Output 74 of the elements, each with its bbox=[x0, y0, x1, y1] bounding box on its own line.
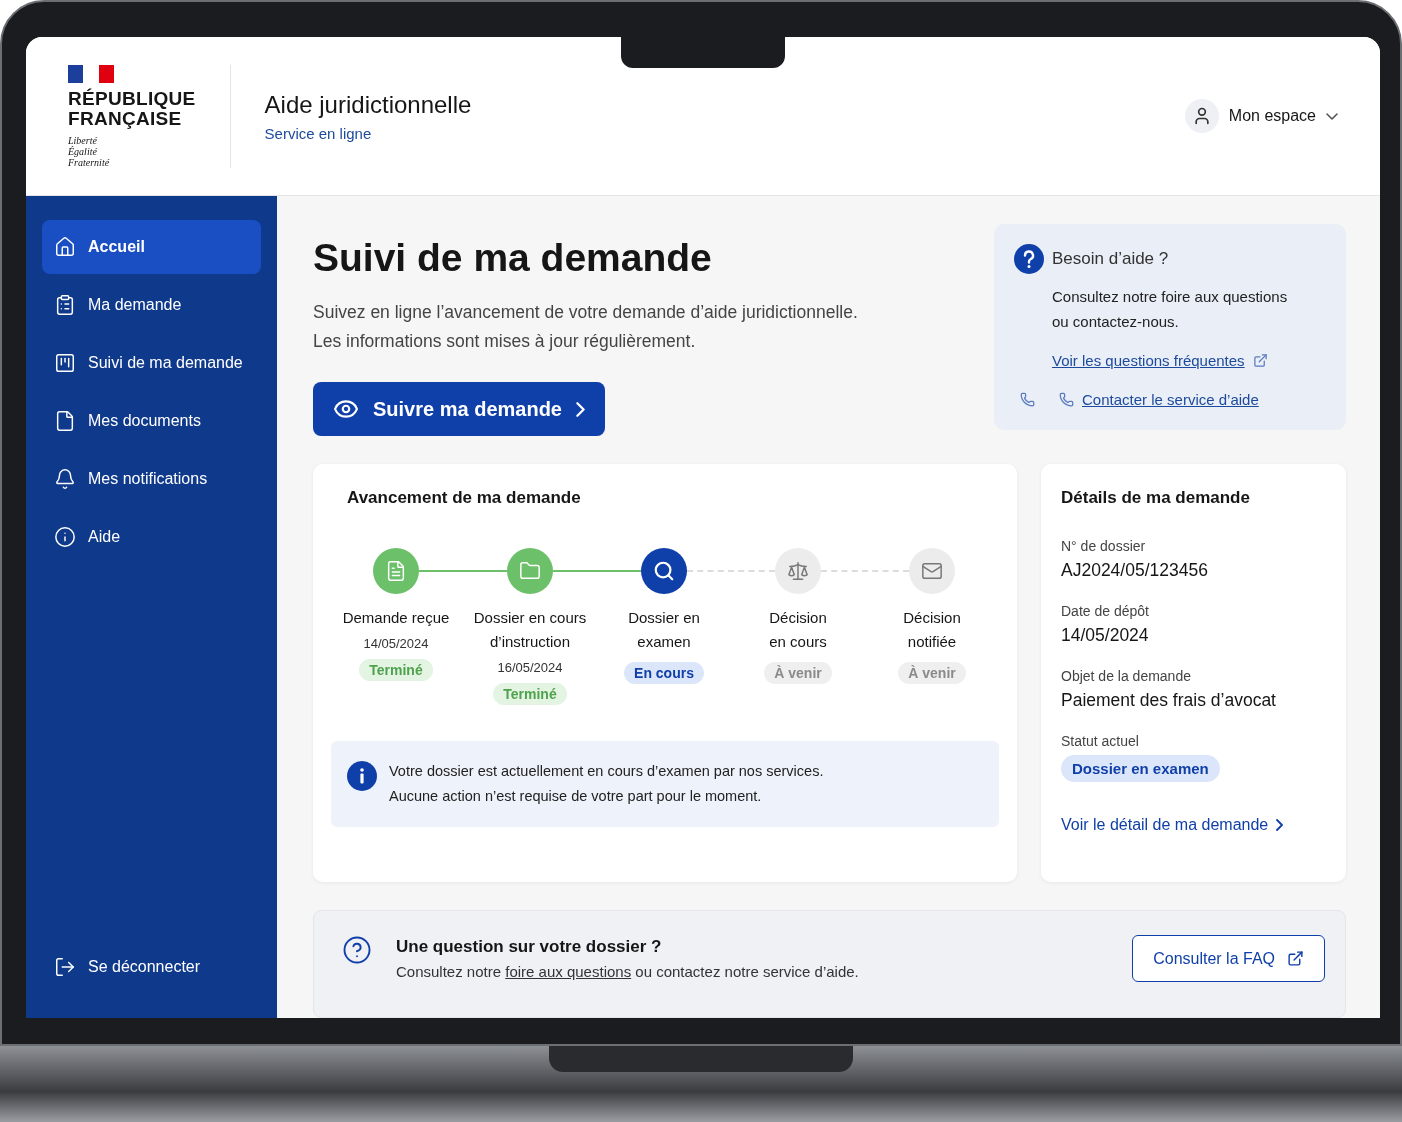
help-icon bbox=[1014, 244, 1044, 274]
status-badge: Dossier en examen bbox=[1061, 755, 1220, 782]
chevron-down-icon bbox=[1326, 112, 1338, 120]
app-title: Aide juridictionnelle bbox=[264, 90, 473, 119]
logo-text: RÉPUBLIQUE bbox=[68, 88, 196, 109]
sidebar-item[interactable]: Aide bbox=[42, 510, 261, 564]
status-badge: Terminé bbox=[359, 659, 433, 681]
bell-icon bbox=[54, 468, 76, 490]
sidebar-item[interactable]: Mes notifications bbox=[42, 452, 261, 506]
step-label: Décision en cours bbox=[769, 608, 827, 652]
scale-icon bbox=[787, 560, 809, 582]
step-date: 16/05/2024 bbox=[497, 660, 563, 675]
clipboard-icon bbox=[54, 294, 76, 316]
help-icon bbox=[342, 935, 372, 965]
faq-text: Consultez notre foire aux questions ou contactez notre service d’aide. bbox=[396, 963, 860, 980]
step-label: Dossier en examen bbox=[628, 608, 700, 652]
detail-link[interactable]: Voir le détail de ma demande bbox=[1061, 816, 1326, 834]
document-icon bbox=[385, 560, 407, 582]
info-icon bbox=[54, 526, 76, 548]
status-badge: En cours bbox=[624, 662, 704, 684]
sidebar-item[interactable]: Ma demande bbox=[42, 278, 261, 332]
home-icon bbox=[54, 236, 76, 258]
help-title: Besoin d’aide ? bbox=[1052, 249, 1169, 269]
sidebar-item[interactable]: Suivi de ma demande bbox=[42, 336, 261, 390]
step-label: Décision notifiée bbox=[903, 608, 961, 652]
flag-icon bbox=[68, 64, 114, 83]
app-subtitle: Service en ligne bbox=[264, 124, 373, 142]
faq-link[interactable]: Voir les questions fréquentes bbox=[1052, 352, 1245, 369]
page-title: Suivi de ma demande bbox=[313, 236, 713, 280]
field-value: 14/05/2024 bbox=[1061, 625, 1150, 646]
sidebar-item[interactable]: Mes documents bbox=[42, 394, 261, 448]
external-link-icon bbox=[1252, 353, 1268, 368]
board-icon bbox=[54, 352, 76, 374]
chevron-right-icon bbox=[575, 401, 585, 417]
motto-text: Fraternité bbox=[68, 156, 111, 168]
field-label: N° de dossier bbox=[1061, 538, 1147, 554]
intro-text: Suivez en ligne l’avancement de votre demande d’aide juridictionnelle. Les informations sont mises à jour régulièrement. bbox=[313, 301, 859, 353]
logo-text: FRANÇAISE bbox=[68, 108, 182, 129]
logout-icon bbox=[54, 956, 76, 978]
field-value: AJ2024/05/123456 bbox=[1061, 560, 1209, 581]
help-text: Consultez notre foire aux questions ou contactez-nous. bbox=[1052, 287, 1289, 332]
field-value: Paiement des frais d’avocat bbox=[1061, 690, 1277, 711]
field-label: Objet de la demande bbox=[1061, 668, 1192, 684]
mail-icon bbox=[921, 560, 943, 582]
status-badge: À venir bbox=[898, 662, 966, 684]
notice-text: Votre dossier est actuellement en cours d’examen par nos services. Aucune action n’est requise de votre part pour le moment. bbox=[389, 762, 824, 806]
user-icon bbox=[1184, 99, 1219, 133]
folder-icon bbox=[519, 560, 541, 582]
phone-icon bbox=[1020, 392, 1035, 407]
file-icon bbox=[54, 410, 76, 432]
status-badge: Terminé bbox=[493, 683, 567, 705]
info-icon bbox=[347, 761, 377, 791]
account-menu[interactable]: Mon espace bbox=[1178, 98, 1344, 134]
motto-text: Égalité bbox=[68, 145, 98, 157]
contact-link[interactable]: Contacter le service d’aide bbox=[1082, 391, 1259, 408]
card-title: Avancement de ma demande bbox=[347, 488, 582, 508]
sidebar-item[interactable]: Accueil bbox=[42, 220, 261, 274]
field-label: Statut actuel bbox=[1061, 733, 1140, 749]
card-title: Détails de ma demande bbox=[1061, 488, 1251, 508]
logout-link[interactable]: Se déconnecter bbox=[42, 940, 261, 994]
chevron-right-icon bbox=[1276, 819, 1284, 831]
status-badge: À venir bbox=[764, 662, 832, 684]
phone-icon bbox=[1059, 392, 1074, 407]
track-request-button[interactable]: Suivre ma demande bbox=[313, 382, 605, 436]
step-date: 14/05/2024 bbox=[363, 636, 429, 651]
step-label: Demande reçue bbox=[342, 608, 450, 628]
motto-text: Liberté bbox=[68, 134, 98, 146]
faq-button[interactable]: Consulter la FAQ bbox=[1132, 935, 1325, 982]
search-icon bbox=[653, 560, 675, 582]
faq-inline-link[interactable]: foire aux questions bbox=[505, 963, 632, 980]
step-label: Dossier en cours d’instruction bbox=[473, 608, 587, 652]
external-link-icon bbox=[1287, 950, 1304, 967]
field-label: Date de dépôt bbox=[1061, 603, 1150, 619]
faq-title: Une question sur votre dossier ? bbox=[396, 937, 663, 957]
